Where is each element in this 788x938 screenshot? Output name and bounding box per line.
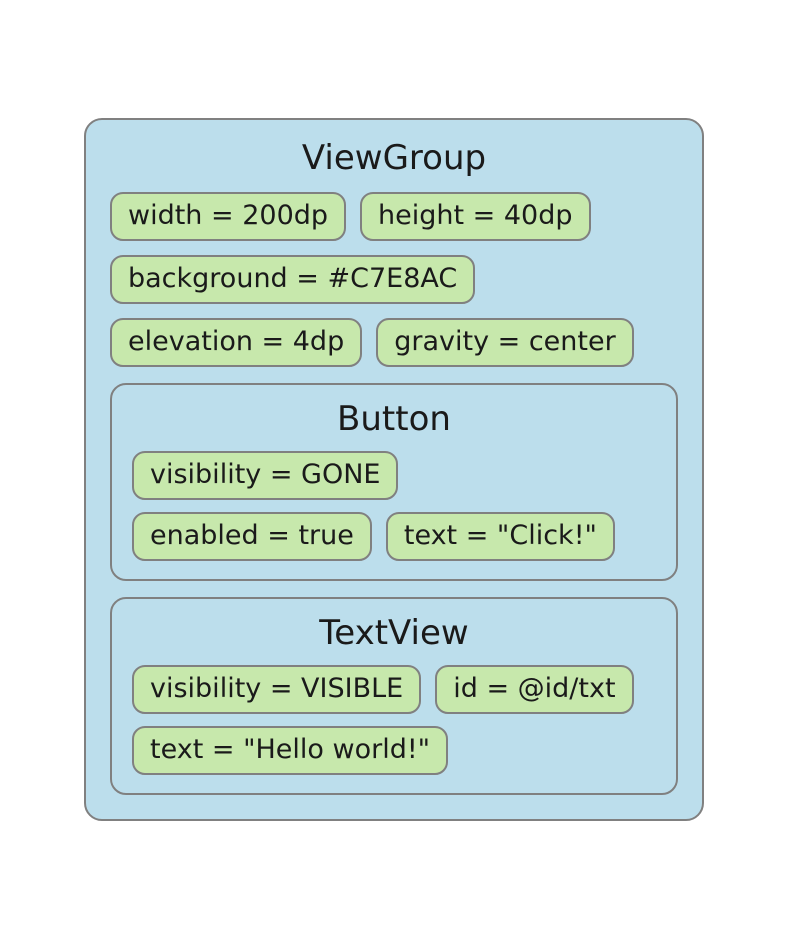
prop-textview-id: id = @id/txt <box>435 665 633 714</box>
viewgroup-title: ViewGroup <box>110 138 678 178</box>
prop-height: height = 40dp <box>360 192 590 241</box>
prop-button-visibility: visibility = GONE <box>132 451 398 500</box>
prop-button-text: text = "Click!" <box>386 512 615 561</box>
textview-title: TextView <box>132 613 656 653</box>
prop-elevation: elevation = 4dp <box>110 318 362 367</box>
prop-button-enabled: enabled = true <box>132 512 372 561</box>
viewgroup-props-row-3: elevation = 4dp gravity = center <box>110 318 678 367</box>
textview-box: TextView visibility = VISIBLE id = @id/t… <box>110 597 678 795</box>
viewgroup-props-row-2: background = #C7E8AC <box>110 255 678 304</box>
prop-textview-text: text = "Hello world!" <box>132 726 448 775</box>
button-props-row-2: enabled = true text = "Click!" <box>132 512 656 561</box>
button-box: Button visibility = GONE enabled = true … <box>110 383 678 581</box>
button-title: Button <box>132 399 656 439</box>
viewgroup-box: ViewGroup width = 200dp height = 40dp ba… <box>84 118 704 821</box>
textview-props-row-1: visibility = VISIBLE id = @id/txt <box>132 665 656 714</box>
prop-background: background = #C7E8AC <box>110 255 475 304</box>
viewgroup-props-row-1: width = 200dp height = 40dp <box>110 192 678 241</box>
prop-textview-visibility: visibility = VISIBLE <box>132 665 421 714</box>
prop-gravity: gravity = center <box>376 318 633 367</box>
textview-props-row-2: text = "Hello world!" <box>132 726 656 775</box>
button-props-row-1: visibility = GONE <box>132 451 656 500</box>
prop-width: width = 200dp <box>110 192 346 241</box>
